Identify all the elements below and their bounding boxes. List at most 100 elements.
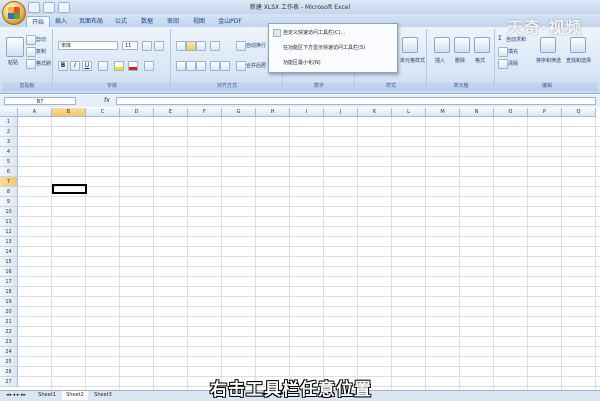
decrease-indent-icon[interactable]: [210, 61, 220, 71]
row-header[interactable]: 8: [0, 187, 18, 197]
select-all-corner[interactable]: [0, 108, 18, 117]
clear-label[interactable]: 清除: [508, 60, 518, 67]
font-color-icon[interactable]: [128, 61, 138, 71]
merge-center-label[interactable]: 合并后居: [246, 62, 266, 69]
undo-icon[interactable]: [43, 1, 55, 13]
increase-font-icon[interactable]: [142, 41, 152, 51]
column-header[interactable]: C: [86, 108, 120, 117]
column-header[interactable]: B: [52, 108, 86, 117]
copy-icon[interactable]: [26, 47, 36, 57]
sort-filter-label[interactable]: 排序和筛选: [536, 57, 561, 64]
sheet-tab-2[interactable]: Sheet2: [62, 391, 88, 400]
insert-cells-icon[interactable]: [434, 37, 450, 53]
font-size-select[interactable]: 11: [122, 41, 138, 50]
office-button[interactable]: [2, 1, 26, 25]
cut-icon[interactable]: [26, 35, 36, 45]
paste-icon[interactable]: [6, 37, 24, 57]
column-header[interactable]: P: [528, 108, 562, 117]
row-header[interactable]: 18: [0, 287, 18, 297]
redo-icon[interactable]: [58, 1, 70, 13]
menu-item-show-qat-below[interactable]: 在功能区下方显示快速访问工具栏(S): [283, 44, 365, 51]
row-header[interactable]: 27: [0, 377, 18, 387]
row-header[interactable]: 23: [0, 337, 18, 347]
border-icon[interactable]: [98, 61, 108, 71]
sheet-tab-3[interactable]: Sheet3: [90, 391, 116, 400]
cell-styles-label[interactable]: 单元格样式: [400, 57, 425, 64]
row-header[interactable]: 11: [0, 217, 18, 227]
fill-label[interactable]: 填充: [508, 48, 518, 55]
menu-item-minimize-ribbon[interactable]: 功能区最小化(N): [283, 59, 321, 66]
fx-icon[interactable]: fx: [104, 97, 112, 105]
row-header[interactable]: 15: [0, 257, 18, 267]
italic-icon[interactable]: I: [70, 61, 80, 71]
row-header[interactable]: 12: [0, 227, 18, 237]
column-header[interactable]: G: [222, 108, 256, 117]
fill-icon[interactable]: [498, 47, 508, 57]
row-header[interactable]: 2: [0, 127, 18, 137]
row-header[interactable]: 14: [0, 247, 18, 257]
font-name-select[interactable]: 宋体: [58, 41, 118, 50]
wrap-text-label[interactable]: 自动换行: [246, 42, 266, 49]
tab-view[interactable]: 视图: [190, 16, 208, 27]
sheet-tab-1[interactable]: Sheet1: [34, 391, 60, 400]
tab-formulas[interactable]: 公式: [112, 16, 130, 27]
sort-filter-icon[interactable]: [540, 37, 556, 53]
find-select-label[interactable]: 查找和选择: [566, 57, 591, 64]
align-center-icon[interactable]: [186, 61, 196, 71]
column-header[interactable]: I: [290, 108, 324, 117]
row-header[interactable]: 21: [0, 317, 18, 327]
cell-styles-icon[interactable]: [402, 37, 418, 53]
save-icon[interactable]: [28, 1, 40, 13]
row-header[interactable]: 6: [0, 167, 18, 177]
worksheet-grid[interactable]: A B C D E F G H I J K L M N O P Q 1 2 3 4 5 6 7 8 9 10 11 12 13 14 15 16…: [0, 108, 600, 390]
formula-input[interactable]: [116, 97, 596, 105]
align-top-icon[interactable]: [176, 41, 186, 51]
fill-color-icon[interactable]: [114, 61, 124, 71]
delete-cells-label[interactable]: 删除: [455, 57, 465, 64]
format-painter-label[interactable]: 格式刷: [36, 60, 51, 67]
wrap-text-icon[interactable]: [236, 41, 246, 51]
column-header[interactable]: H: [256, 108, 290, 117]
column-header[interactable]: N: [460, 108, 494, 117]
format-cells-icon[interactable]: [474, 37, 490, 53]
phonetic-icon[interactable]: [144, 61, 154, 71]
row-header[interactable]: 26: [0, 367, 18, 377]
row-header[interactable]: 10: [0, 207, 18, 217]
column-header[interactable]: D: [120, 108, 154, 117]
column-header[interactable]: K: [358, 108, 392, 117]
row-header[interactable]: 17: [0, 277, 18, 287]
align-left-icon[interactable]: [176, 61, 186, 71]
selected-cell[interactable]: [52, 184, 87, 194]
bold-icon[interactable]: B: [58, 61, 68, 71]
merge-center-icon[interactable]: [236, 61, 246, 71]
name-box[interactable]: B7: [4, 97, 76, 105]
format-painter-icon[interactable]: [26, 59, 36, 69]
row-header[interactable]: 13: [0, 237, 18, 247]
find-select-icon[interactable]: [570, 37, 586, 53]
tab-page-layout[interactable]: 页面布局: [76, 16, 106, 27]
row-header[interactable]: 24: [0, 347, 18, 357]
menu-item-customize-qat[interactable]: 自定义快速访问工具栏(C)...: [283, 29, 345, 36]
row-header[interactable]: 1: [0, 117, 18, 127]
row-header[interactable]: 19: [0, 297, 18, 307]
underline-icon[interactable]: U: [82, 61, 92, 71]
decrease-font-icon[interactable]: [154, 41, 164, 51]
copy-label[interactable]: 复制: [36, 48, 46, 55]
column-header[interactable]: A: [18, 108, 52, 117]
cut-label[interactable]: 剪切: [36, 36, 46, 43]
row-header[interactable]: 16: [0, 267, 18, 277]
autosum-icon[interactable]: Σ: [498, 35, 502, 42]
align-right-icon[interactable]: [196, 61, 206, 71]
increase-indent-icon[interactable]: [220, 61, 230, 71]
paste-label[interactable]: 粘贴: [8, 59, 18, 66]
sheet-nav-icon[interactable]: ◂◂ ◂ ▸ ▸▸: [2, 391, 30, 400]
row-header[interactable]: 4: [0, 147, 18, 157]
column-header[interactable]: L: [392, 108, 426, 117]
column-header[interactable]: Q: [562, 108, 596, 117]
column-header[interactable]: M: [426, 108, 460, 117]
tab-data[interactable]: 数据: [138, 16, 156, 27]
orientation-icon[interactable]: [210, 41, 220, 51]
format-cells-label[interactable]: 格式: [475, 57, 485, 64]
tab-insert[interactable]: 插入: [52, 16, 70, 27]
row-header[interactable]: 25: [0, 357, 18, 367]
